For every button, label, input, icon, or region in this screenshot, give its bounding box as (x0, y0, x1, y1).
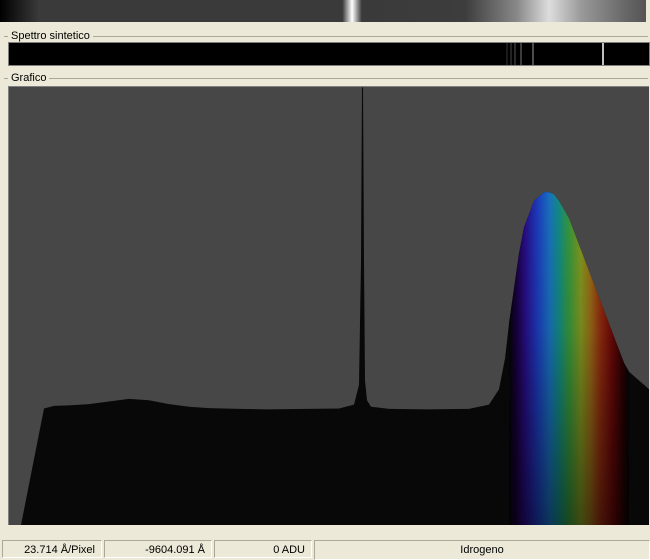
spectrum-graph[interactable] (8, 86, 649, 525)
raw-spectrum-image (0, 0, 646, 22)
status-bar: 23.714 Å/Pixel -9604.091 Å 0 ADU Idrogen… (0, 539, 650, 560)
element-readout: Idrogeno (314, 540, 650, 560)
intensity-readout: 0 ADU (214, 540, 312, 558)
dispersion-readout: 23.714 Å/Pixel (2, 540, 102, 558)
graph-group: Grafico (4, 71, 648, 85)
synthetic-spectrum-label: Spettro sintetico (8, 29, 93, 43)
wavelength-readout: -9604.091 Å (104, 540, 212, 558)
spectrum-plot (9, 87, 649, 525)
synthetic-spectrum-bar (8, 42, 650, 66)
raw-spectrum-strip (0, 0, 646, 22)
graph-label: Grafico (8, 71, 50, 85)
color-band (509, 87, 629, 525)
